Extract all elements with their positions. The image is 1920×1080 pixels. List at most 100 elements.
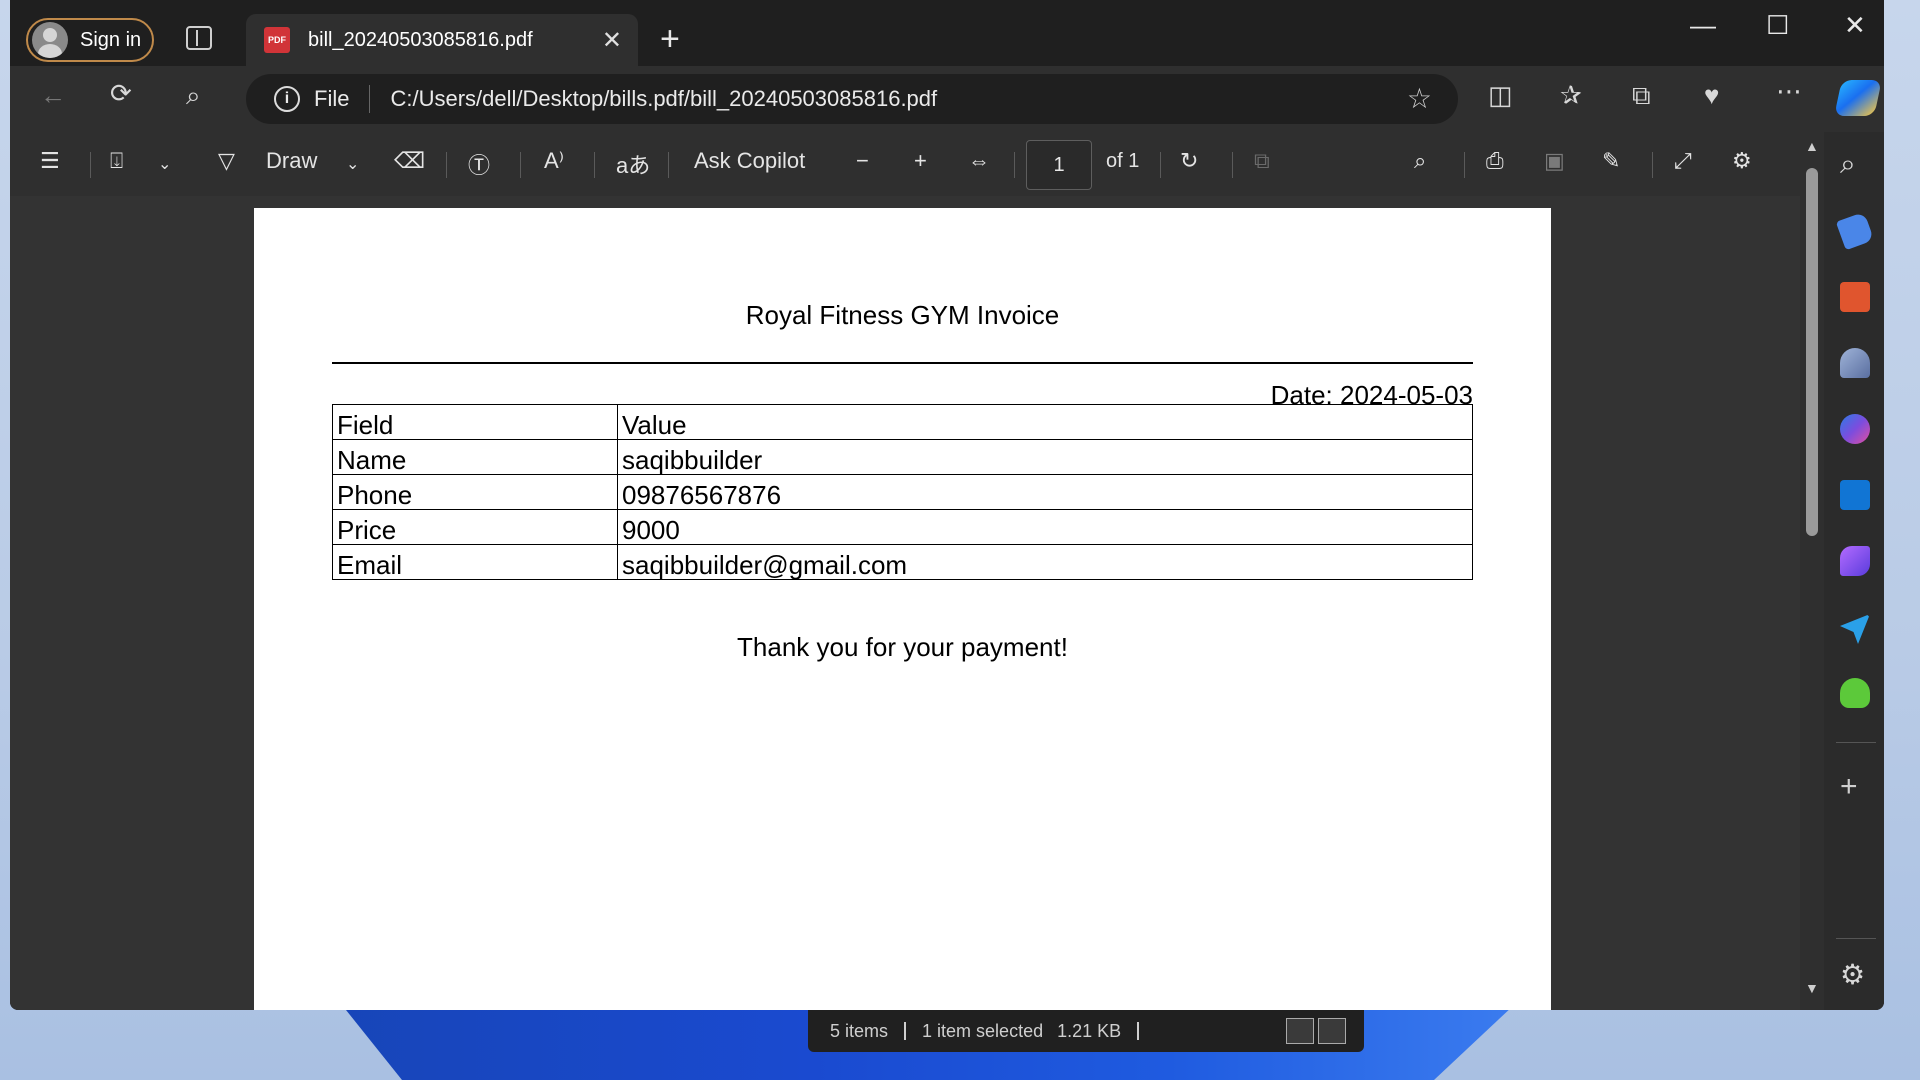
- rotate-icon[interactable]: ↻: [1180, 148, 1198, 174]
- ask-copilot-button[interactable]: Ask Copilot: [694, 148, 805, 174]
- draw-label[interactable]: Draw: [266, 148, 317, 174]
- search-icon[interactable]: ⌕: [1840, 148, 1856, 181]
- table-cell: 09876567876: [617, 474, 1473, 510]
- column-header: Value: [617, 404, 1473, 440]
- tiles-view-button[interactable]: [1318, 1018, 1346, 1044]
- tools-icon[interactable]: [1840, 282, 1870, 312]
- settings-gear-icon[interactable]: ⚙: [1840, 958, 1865, 991]
- table-row: Email saqibbuilder@gmail.com: [332, 544, 1473, 580]
- print-icon[interactable]: ⎙: [1486, 148, 1504, 174]
- divider: [1836, 742, 1876, 743]
- table-cell: saqibbuilder: [617, 439, 1473, 475]
- refresh-icon[interactable]: ⟳: [110, 78, 132, 109]
- close-tab-icon[interactable]: ✕: [602, 26, 622, 55]
- pdf-icon: PDF: [264, 27, 290, 53]
- draw-icon[interactable]: ▽: [218, 148, 235, 174]
- info-icon[interactable]: i: [274, 86, 300, 112]
- games-icon[interactable]: [1840, 348, 1870, 378]
- tab-actions-icon[interactable]: [186, 26, 212, 50]
- page-view-icon[interactable]: ⧉: [1254, 148, 1270, 174]
- pdf-viewer: Royal Fitness GYM Invoice Date: 2024-05-…: [10, 196, 1800, 1010]
- copilot-sidebar-icon[interactable]: [1840, 414, 1870, 444]
- divider: [90, 152, 91, 178]
- fit-to-width-icon[interactable]: ⇔: [968, 148, 990, 174]
- table-row: Price 9000: [332, 509, 1473, 545]
- details-view-button[interactable]: [1286, 1018, 1314, 1044]
- file-label: File: [314, 86, 350, 111]
- sign-in-button[interactable]: Sign in: [26, 18, 154, 62]
- translate-icon[interactable]: aあ: [616, 148, 650, 180]
- divider: [1014, 152, 1015, 178]
- column-header: Field: [332, 404, 618, 440]
- divider: [1464, 152, 1465, 178]
- more-options-icon[interactable]: ⋯: [1776, 76, 1802, 107]
- url-text[interactable]: C:/Users/dell/Desktop/bills.pdf/bill_202…: [390, 86, 937, 112]
- close-window-button[interactable]: ✕: [1844, 10, 1866, 41]
- navigation-bar: ← ⟳ ⌕ i File C:/Users/dell/Desktop/bills…: [10, 66, 1884, 132]
- divider: [1836, 938, 1876, 939]
- favorites-icon[interactable]: ✰: [1560, 80, 1582, 111]
- page-count: of 1: [1106, 150, 1140, 172]
- browser-essentials-icon[interactable]: ♥: [1704, 80, 1719, 111]
- table-cell: Email: [332, 544, 618, 580]
- selection-size: 1.21 KB: [1057, 1020, 1122, 1041]
- search-icon[interactable]: ⌕: [186, 80, 201, 112]
- fullscreen-icon[interactable]: ⤢: [1674, 148, 1692, 174]
- scrollbar-thumb[interactable]: [1806, 168, 1818, 536]
- save-as-icon[interactable]: ✎: [1602, 148, 1620, 174]
- tree-icon[interactable]: [1840, 678, 1870, 708]
- view-toggle: [1286, 1018, 1346, 1044]
- chevron-down-icon[interactable]: ⌄: [346, 154, 359, 174]
- table-row: Phone 09876567876: [332, 474, 1473, 510]
- zoom-out-icon[interactable]: −: [856, 148, 869, 174]
- page-number-input[interactable]: 1: [1026, 140, 1092, 190]
- settings-gear-icon[interactable]: ⚙: [1732, 148, 1752, 174]
- divider: [1232, 152, 1233, 178]
- contents-list-icon[interactable]: ☰: [40, 148, 60, 174]
- divider: [1160, 152, 1161, 178]
- scroll-up-icon[interactable]: ▲: [1805, 138, 1819, 154]
- scroll-down-icon[interactable]: ▼: [1805, 980, 1819, 996]
- table-cell: Price: [332, 509, 618, 545]
- table-cell: Name: [332, 439, 618, 475]
- add-text-icon[interactable]: Ⓣ: [468, 148, 490, 180]
- avatar: [32, 22, 68, 58]
- chevron-down-icon[interactable]: ⌄: [158, 154, 171, 174]
- send-icon[interactable]: [1840, 614, 1870, 644]
- table-cell: Phone: [332, 474, 618, 510]
- pdf-toolbar: ☰ ⍗ ⌄ ▽ Draw ⌄ ⌫ Ⓣ A⁾ aあ Ask Copilot − +…: [10, 132, 1800, 196]
- tab-title: bill_20240503085816.pdf: [308, 28, 533, 51]
- maximize-button[interactable]: ☐: [1766, 10, 1789, 41]
- divider: [369, 85, 371, 113]
- highlight-icon[interactable]: ⍗: [110, 148, 123, 174]
- pdf-page: Royal Fitness GYM Invoice Date: 2024-05-…: [254, 208, 1551, 1010]
- minimize-button[interactable]: —: [1690, 10, 1716, 41]
- item-count: 5 items: [830, 1020, 889, 1041]
- outlook-icon[interactable]: [1840, 480, 1870, 510]
- shopping-tag-icon[interactable]: [1835, 211, 1875, 251]
- find-icon[interactable]: ⌕: [1414, 148, 1426, 174]
- zoom-in-icon[interactable]: +: [914, 148, 927, 174]
- designer-icon[interactable]: [1840, 546, 1870, 576]
- divider: [332, 362, 1473, 364]
- save-icon[interactable]: ▣: [1544, 148, 1565, 174]
- collections-icon[interactable]: ⧉: [1632, 80, 1651, 112]
- split-screen-icon[interactable]: ◫: [1488, 80, 1513, 111]
- back-arrow-icon[interactable]: ←: [40, 80, 66, 111]
- table-row: Name saqibbuilder: [332, 439, 1473, 475]
- read-aloud-icon[interactable]: A⁾: [544, 148, 564, 174]
- table-header-row: Field Value: [332, 404, 1473, 440]
- divider: [1652, 152, 1653, 178]
- add-icon[interactable]: +: [1840, 770, 1858, 804]
- address-bar[interactable]: i File C:/Users/dell/Desktop/bills.pdf/b…: [246, 74, 1458, 124]
- eraser-icon[interactable]: ⌫: [394, 148, 425, 174]
- vertical-scrollbar[interactable]: ▲ ▼: [1800, 132, 1824, 1010]
- favorite-star-icon[interactable]: ☆: [1407, 82, 1432, 115]
- new-tab-button[interactable]: +: [660, 20, 680, 59]
- invoice-title: Royal Fitness GYM Invoice: [745, 300, 1060, 330]
- invoice-table: Field Value Name saqibbuilder Phone 0987…: [332, 404, 1473, 580]
- browser-window: Sign in PDF bill_20240503085816.pdf ✕ + …: [10, 0, 1884, 1010]
- divider: [668, 152, 669, 178]
- divider: [446, 152, 447, 178]
- tab-active[interactable]: PDF bill_20240503085816.pdf ✕: [246, 14, 638, 66]
